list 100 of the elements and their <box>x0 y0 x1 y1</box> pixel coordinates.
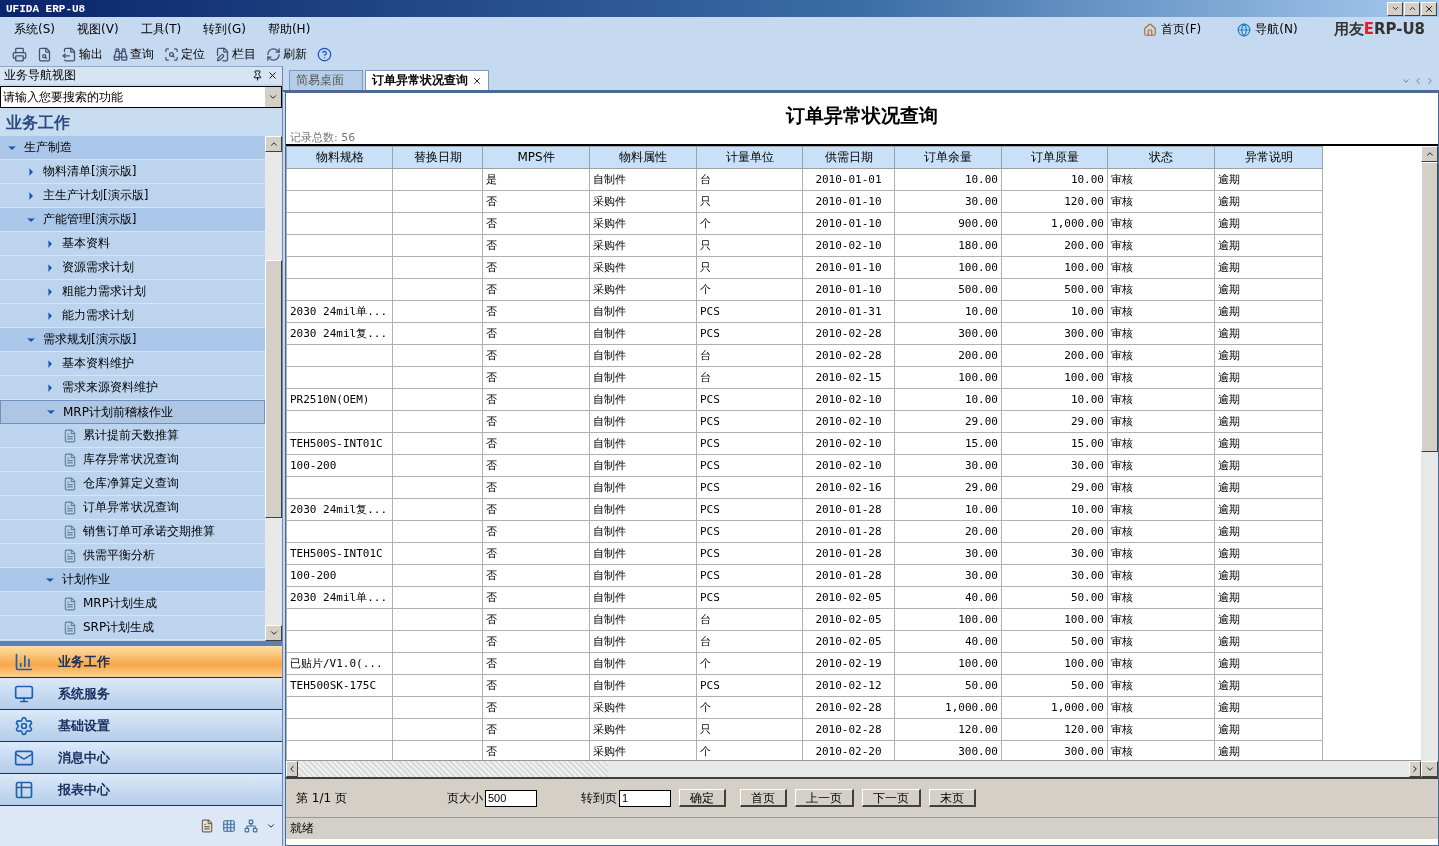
export-icon <box>62 46 77 62</box>
module-button[interactable]: 基础设置 <box>0 710 282 742</box>
column-header[interactable]: 物料规格 <box>286 146 393 169</box>
pin-icon[interactable] <box>252 70 263 81</box>
scroll-up-button[interactable] <box>265 136 282 152</box>
table-cell: 2010-01-28 <box>802 564 895 587</box>
tree-item[interactable]: 基本资料 <box>0 232 265 256</box>
toolbar-button[interactable]: 刷新 <box>264 44 309 64</box>
hierarchy-icon[interactable] <box>244 819 258 833</box>
scroll-right-button[interactable] <box>1409 761 1421 777</box>
menu-item[interactable]: 工具(T) <box>140 21 182 38</box>
table-cell: 审核 <box>1107 190 1215 213</box>
tree-item[interactable]: 累计提前天数推算 <box>0 424 265 448</box>
column-header[interactable]: 异常说明 <box>1214 146 1323 169</box>
pager-button[interactable]: 确定 <box>678 789 726 807</box>
scroll-down-button[interactable] <box>1421 761 1438 777</box>
tab[interactable]: 简易桌面 <box>289 70 363 90</box>
tree-item[interactable]: 供需平衡分析 <box>0 544 265 568</box>
menu-item[interactable]: 视图(V) <box>77 21 119 38</box>
scrollbar-thumb[interactable] <box>1421 162 1438 452</box>
column-header[interactable]: 订单余量 <box>894 146 1002 169</box>
restore-button[interactable] <box>1404 1 1420 16</box>
table-cell: 否 <box>482 190 590 213</box>
pager-button[interactable]: 首页 <box>739 789 787 807</box>
scrollbar-thumb[interactable] <box>265 259 282 518</box>
tree-item[interactable]: 物料清单[演示版] <box>0 160 265 184</box>
dropdown-icon[interactable] <box>266 821 276 831</box>
table-cell: 否 <box>482 652 590 675</box>
module-button[interactable]: 报表中心 <box>0 774 282 806</box>
tree-item[interactable]: 产能管理[演示版] <box>0 208 265 232</box>
menu-item[interactable]: 帮助(H) <box>267 21 311 38</box>
goto-page-field[interactable]: 1 <box>618 789 671 807</box>
table-cell: PCS <box>696 586 803 609</box>
tab[interactable]: 订单异常状况查询 <box>365 70 489 90</box>
table-cell: 100-200 <box>286 454 393 477</box>
table-cell: 逾期 <box>1214 630 1323 653</box>
scroll-up-button[interactable] <box>1421 146 1438 162</box>
table-cell: 逾期 <box>1214 498 1323 521</box>
table-cell: 逾期 <box>1214 586 1323 609</box>
page-size-field[interactable]: 500 <box>484 789 537 807</box>
scroll-left-button[interactable] <box>286 761 298 777</box>
document-icon[interactable] <box>200 819 214 833</box>
tree-item[interactable]: MRP计划前稽核作业 <box>0 400 265 424</box>
table-cell: 否 <box>482 410 590 433</box>
column-header[interactable]: 物料属性 <box>589 146 697 169</box>
toolbar-button[interactable]: 输出 <box>60 44 105 64</box>
tree-item[interactable]: SRP计划生成 <box>0 616 265 640</box>
toolbar-button[interactable] <box>10 45 29 63</box>
tree-item[interactable]: 基本资料维护 <box>0 352 265 376</box>
table-cell: 否 <box>482 476 590 499</box>
table-cell: 2010-02-15 <box>802 366 895 389</box>
tree-item[interactable]: MRP计划生成 <box>0 592 265 616</box>
tree-item[interactable]: 需求规划[演示版] <box>0 328 265 352</box>
module-button[interactable]: 消息中心 <box>0 742 282 774</box>
close-button[interactable] <box>1421 1 1437 16</box>
module-button[interactable]: 系统服务 <box>0 678 282 710</box>
toolbar-button[interactable]: 栏目 <box>213 44 258 64</box>
tree-item[interactable]: 计划作业 <box>0 568 265 592</box>
toolbar-button[interactable]: 查询 <box>111 44 156 64</box>
tree-item[interactable]: 仓库净算定义查询 <box>0 472 265 496</box>
tree-item[interactable]: 生产制造 <box>0 136 265 160</box>
column-header[interactable]: 供需日期 <box>802 146 895 169</box>
goto-page-label: 转到页 <box>580 789 617 807</box>
pager-button[interactable]: 末页 <box>928 789 976 807</box>
close-icon[interactable] <box>472 75 482 86</box>
menu-item[interactable]: 系统(S) <box>14 21 55 38</box>
toolbar-button[interactable]: 定位 <box>162 44 207 64</box>
column-header[interactable]: MPS件 <box>482 146 590 169</box>
tree-item[interactable]: 主生产计划[演示版] <box>0 184 265 208</box>
scrollbar[interactable] <box>1421 146 1438 777</box>
tree-item[interactable]: 销售订单可承诺交期推算 <box>0 520 265 544</box>
tree-item[interactable]: 能力需求计划 <box>0 304 265 328</box>
tree-item[interactable]: 粗能力需求计划 <box>0 280 265 304</box>
module-button[interactable]: 业务工作 <box>0 646 282 678</box>
scroll-down-button[interactable] <box>265 625 282 641</box>
column-header[interactable]: 计量单位 <box>696 146 803 169</box>
menu-item[interactable]: 转到(G) <box>203 21 246 38</box>
close-icon[interactable] <box>267 70 278 81</box>
column-header[interactable]: 替换日期 <box>392 146 483 169</box>
scrollbar-thumb[interactable] <box>298 761 608 777</box>
pager-button[interactable]: 上一页 <box>794 789 854 807</box>
table-cell: 只 <box>696 190 803 213</box>
tree-item[interactable]: 订单异常状况查询 <box>0 496 265 520</box>
column-header[interactable]: 订单原量 <box>1001 146 1108 169</box>
grid-icon[interactable] <box>222 819 236 833</box>
pager-button[interactable]: 下一页 <box>861 789 921 807</box>
table-cell: 300.00 <box>1001 322 1108 345</box>
scrollbar[interactable] <box>286 760 1421 777</box>
tree-item[interactable]: 资源需求计划 <box>0 256 265 280</box>
nav-link[interactable]: 导航(N) <box>1237 21 1298 38</box>
nav-link[interactable]: 首页(F) <box>1143 21 1202 38</box>
minimize-button[interactable] <box>1387 1 1403 16</box>
toolbar-button[interactable] <box>315 45 334 63</box>
table-cell: TEH500SK-175C <box>286 674 393 697</box>
tree-item[interactable]: 库存异常状况查询 <box>0 448 265 472</box>
page-indicator: 第 1/1 页 <box>296 789 347 807</box>
tree-item[interactable]: 需求来源资料维护 <box>0 376 265 400</box>
table-cell: 否 <box>482 608 590 631</box>
scrollbar[interactable] <box>265 136 282 641</box>
column-header[interactable]: 状态 <box>1107 146 1215 169</box>
